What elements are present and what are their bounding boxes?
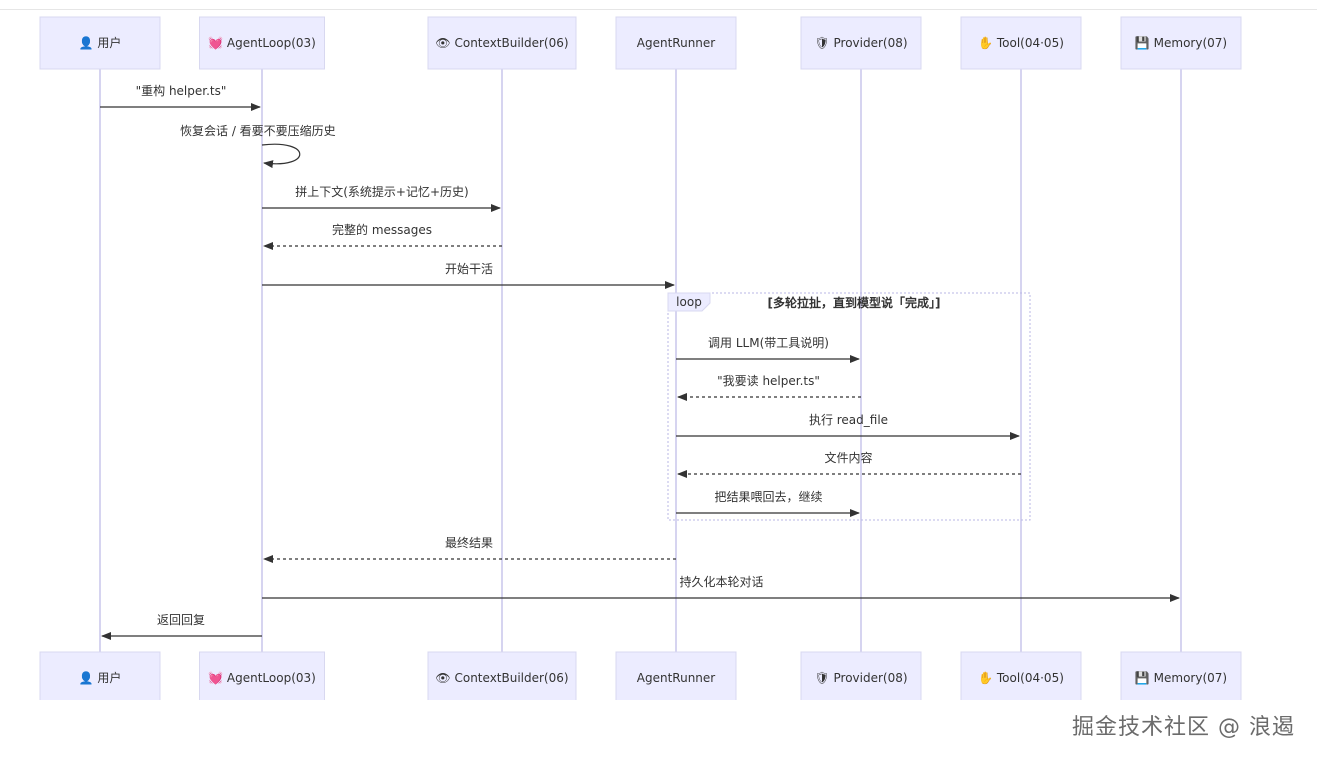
shield-icon: 🛡 (814, 671, 833, 685)
message-label: 开始干活 (445, 262, 493, 276)
participant-label: 用户 (97, 670, 121, 685)
message-arrow: 开始干活 (262, 262, 675, 289)
participant-runner-top: AgentRunner (615, 16, 737, 70)
message-arrow: 返回回复 (101, 613, 262, 640)
svg-text:✋ Tool(04·05): ✋ Tool(04·05) (978, 671, 1064, 685)
message-label: 恢复会话 / 看要不要压缩历史 (180, 123, 336, 138)
message-label: 把结果喂回去，继续 (714, 490, 822, 504)
participant-loop-top: 💓 AgentLoop(03) (199, 16, 325, 70)
svg-text:👁 ContextBuilder(06): 👁 ContextBuilder(06) (435, 36, 568, 50)
loop-fragment (667, 292, 1031, 521)
sequence-diagram: loop [多轮拉扯，直到模型说「完成」] "重构 helper.ts" 恢复会话 … (39, 16, 1242, 700)
svg-text:AgentRunner: AgentRunner (637, 671, 716, 685)
message-label: 最终结果 (445, 535, 493, 550)
participant-provider-bottom: 🛡 Provider(08) (800, 651, 922, 700)
participant-label: Memory(07) (1154, 671, 1227, 685)
message-arrow: "我要读 helper.ts" (677, 374, 861, 401)
participant-label: Memory(07) (1154, 36, 1227, 50)
participant-tool-bottom: ✋ Tool(04·05) (960, 651, 1082, 700)
message-label: "重构 helper.ts" (136, 83, 227, 98)
user-icon: 👤 (79, 671, 98, 685)
message-label: "我要读 helper.ts" (717, 374, 820, 388)
svg-text:💓 AgentLoop(03): 💓 AgentLoop(03) (208, 671, 316, 685)
message-arrow: 执行 read_file (676, 413, 1020, 440)
participant-provider-top: 🛡 Provider(08) (800, 16, 922, 70)
floppy-disk-icon: 💾 (1135, 36, 1154, 50)
participant-label: Provider(08) (834, 671, 908, 685)
svg-text:🛡 Provider(08): 🛡 Provider(08) (814, 671, 907, 685)
participant-user-top: 👤 用户 (39, 16, 161, 70)
shield-icon: 🛡 (814, 36, 833, 50)
message-label: 返回回复 (157, 613, 205, 627)
loop-condition: [多轮拉扯，直到模型说「完成」] (768, 295, 941, 310)
participant-label: 用户 (97, 35, 121, 50)
participant-label: AgentLoop(03) (227, 36, 316, 50)
svg-text:💓 AgentLoop(03): 💓 AgentLoop(03) (208, 36, 316, 50)
participant-runner-bottom: AgentRunner (615, 651, 737, 700)
svg-text:👤 用户: 👤 用户 (79, 35, 122, 50)
floppy-disk-icon: 💾 (1135, 671, 1154, 685)
eye-icon: 👁 (435, 671, 454, 685)
message-arrow: 最终结果 (263, 535, 676, 563)
hand-icon: ✋ (978, 671, 997, 685)
svg-text:👁 ContextBuilder(06): 👁 ContextBuilder(06) (435, 671, 568, 685)
participant-label: ContextBuilder(06) (454, 36, 568, 50)
participant-label: AgentRunner (637, 671, 716, 685)
message-arrow: 文件内容 (677, 450, 1021, 478)
message-arrow: 持久化本轮对话 (262, 574, 1180, 602)
participant-label: AgentRunner (637, 36, 716, 50)
message-label: 持久化本轮对话 (679, 574, 763, 589)
self-call-arrow (261, 143, 301, 169)
participant-user-bottom: 👤 用户 (39, 651, 161, 700)
participant-label: ContextBuilder(06) (454, 671, 568, 685)
message-arrow: 完整的 messages (263, 222, 502, 250)
participant-tool-top: ✋ Tool(04·05) (960, 16, 1082, 70)
svg-text:🛡 Provider(08): 🛡 Provider(08) (814, 36, 907, 50)
svg-text:💾 Memory(07): 💾 Memory(07) (1135, 671, 1227, 685)
message-arrow: 调用 LLM(带工具说明) (676, 335, 860, 363)
svg-text:👤 用户: 👤 用户 (79, 670, 122, 685)
hand-icon: ✋ (978, 36, 997, 50)
participant-loop-bottom: 💓 AgentLoop(03) (199, 651, 325, 700)
svg-text:💾 Memory(07): 💾 Memory(07) (1135, 36, 1227, 50)
svg-text:AgentRunner: AgentRunner (637, 36, 716, 50)
message-arrow: 把结果喂回去，继续 (676, 490, 860, 517)
message-label: 文件内容 (824, 450, 872, 465)
participant-ctx-top: 👁 ContextBuilder(06) (427, 16, 577, 70)
watermark: 掘金技术社区 @ 浪遏 (1072, 715, 1295, 740)
participant-memory-bottom: 💾 Memory(07) (1120, 651, 1242, 700)
message-arrow: 恢复会话 / 看要不要压缩历史 (180, 123, 336, 169)
message-label: 完整的 messages (332, 222, 432, 237)
user-icon: 👤 (79, 36, 98, 50)
svg-text:✋ Tool(04·05): ✋ Tool(04·05) (978, 36, 1064, 50)
heart-icon: 💓 (208, 36, 227, 50)
message-label: 调用 LLM(带工具说明) (708, 335, 829, 350)
participant-memory-top: 💾 Memory(07) (1120, 16, 1242, 70)
message-arrow: 拼上下文(系统提示+记忆+历史) (262, 184, 501, 212)
participant-label: AgentLoop(03) (227, 671, 316, 685)
participant-label: Tool(04·05) (996, 671, 1064, 685)
eye-icon: 👁 (435, 36, 454, 50)
message-arrow: "重构 helper.ts" (100, 83, 261, 111)
participant-label: Provider(08) (834, 36, 908, 50)
message-label: 执行 read_file (809, 413, 888, 427)
participant-label: Tool(04·05) (996, 36, 1064, 50)
participant-ctx-bottom: 👁 ContextBuilder(06) (427, 651, 577, 700)
loop-label: loop (676, 295, 702, 309)
heart-icon: 💓 (208, 671, 227, 685)
message-label: 拼上下文(系统提示+记忆+历史) (295, 184, 468, 199)
